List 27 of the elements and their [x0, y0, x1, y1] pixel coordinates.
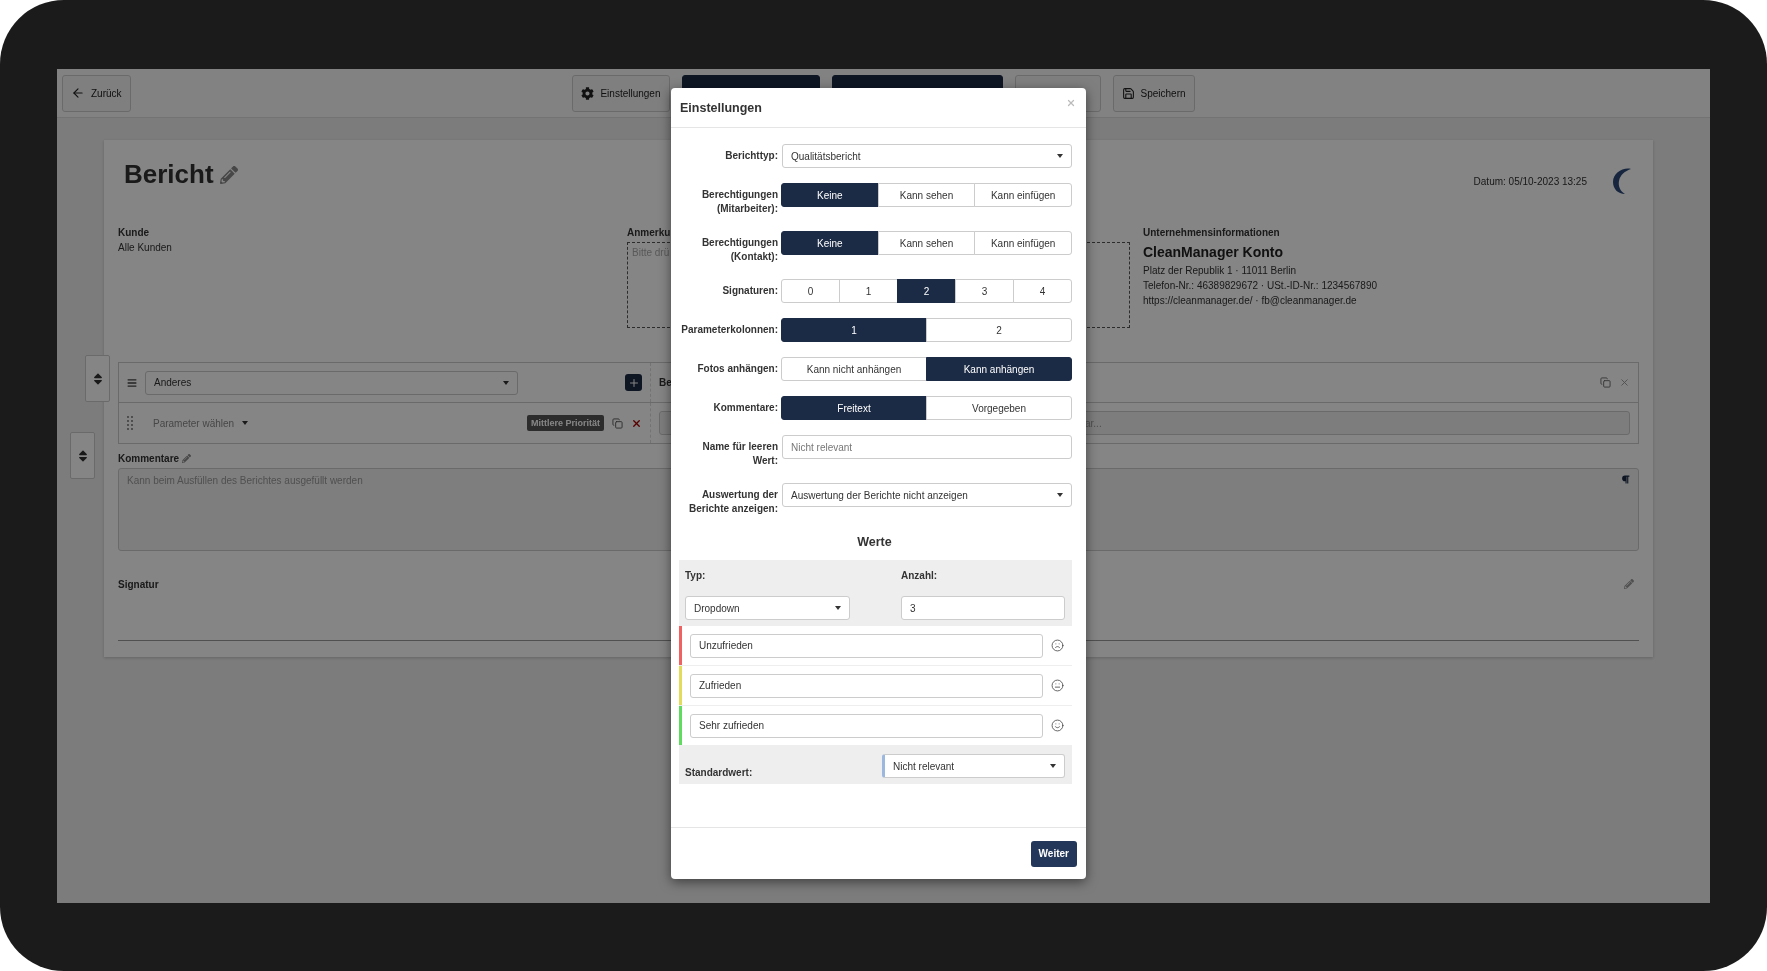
field-label: Name für leeren Wert:	[701, 440, 778, 468]
signature-label: Signatur	[118, 579, 159, 590]
report-title: Bericht	[124, 159, 238, 190]
field-label: Parameterkolonnen:	[680, 323, 778, 337]
field-label: Berechtigungen (Mitarbeiter):	[700, 188, 778, 216]
field-label: Berechtigungen (Kontakt):	[700, 236, 778, 264]
field-label: Auswertung der Berichte anzeigen:	[688, 488, 778, 516]
column-label: Be	[659, 377, 672, 388]
dialog-title: Einstellungen	[680, 100, 762, 115]
company-name: CleanManager Konto	[1143, 244, 1284, 260]
field-label: Typ:	[685, 570, 707, 583]
field-label: Signaturen:	[721, 284, 778, 298]
company-detail: Platz der Republik 1 · 11011 Berlin	[1143, 265, 1298, 276]
customer-value: Alle Kunden	[118, 242, 173, 253]
report-date: Datum: 05/10-2023 13:25	[1473, 175, 1587, 187]
section-title: Werte	[856, 535, 893, 549]
field-label: Fotos anhängen:	[696, 362, 778, 376]
company-label: Unternehmensinformationen	[1143, 227, 1281, 238]
field-label: Berichttyp:	[724, 149, 778, 163]
comments-label: Kommentare	[118, 453, 180, 464]
priority-badge: Mittlere Priorität	[527, 415, 604, 431]
company-detail: https://cleanmanager.de/ · fb@cleanmanager.de	[1143, 295, 1358, 306]
company-detail: Telefon-Nr.: 46389829672 · USt.-ID-Nr.: 1234567890	[1143, 280, 1379, 291]
field-label: Standardwert:	[685, 767, 753, 778]
field-label: Anzahl:	[901, 570, 939, 583]
note-label: Anmerku	[627, 227, 672, 238]
customer-label: Kunde	[118, 227, 151, 238]
